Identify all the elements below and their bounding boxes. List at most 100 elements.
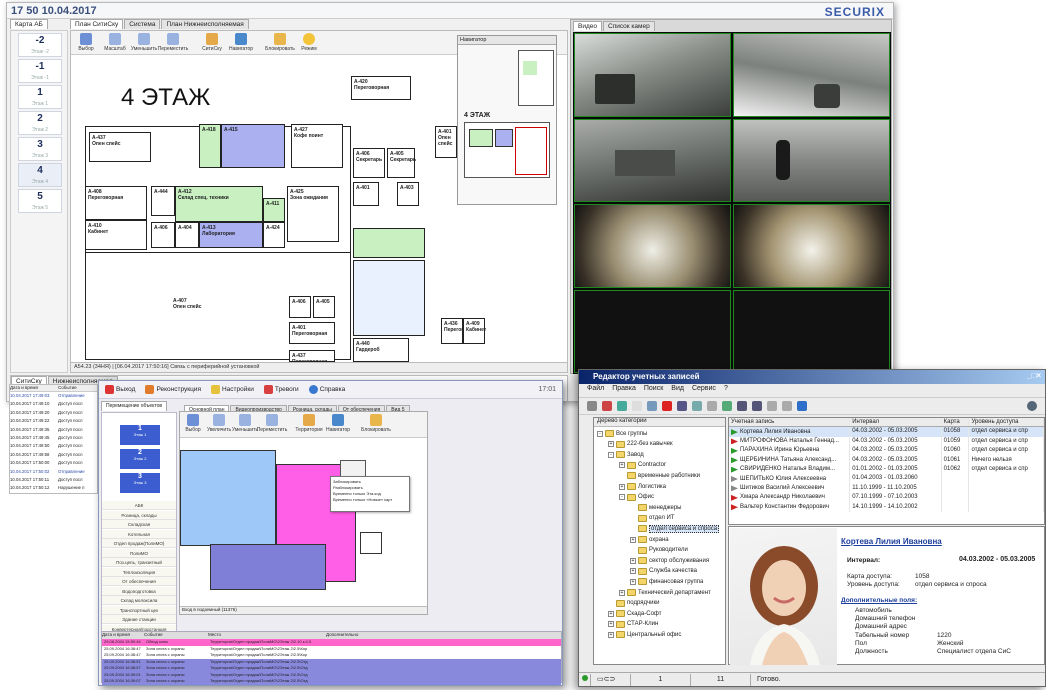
table-row[interactable]: 10.04.2017 17:49:20 Доступ посл	[10, 409, 97, 417]
expand-icon[interactable]: +	[630, 536, 636, 543]
room[interactable]: А-436 Переговорная	[441, 318, 479, 344]
list-item[interactable]: От обеспечения	[102, 577, 176, 586]
tree-node[interactable]: + Скада-Софт	[608, 609, 662, 618]
room[interactable]: А-406	[151, 222, 175, 248]
room[interactable]: А-425 Зона ожидания	[287, 186, 339, 242]
list-item[interactable]: Теплоизоляция	[102, 567, 176, 577]
tree-node[interactable]: - Завод	[608, 450, 644, 459]
camera-view[interactable]	[733, 204, 890, 288]
tree-node[interactable]: менеджеры	[630, 503, 681, 512]
tab-video[interactable]: Видео	[573, 21, 602, 31]
floor-button[interactable]: 3 Этаж 3	[18, 137, 62, 161]
zoom-in-button[interactable]: Увеличить	[207, 414, 231, 435]
help-menu[interactable]: Справка	[308, 385, 345, 394]
camera-view[interactable]	[733, 33, 890, 117]
menu-service[interactable]: Сервис	[692, 385, 716, 394]
floor-button[interactable]: 3 Этаж 3	[120, 473, 160, 493]
tree-node[interactable]: отдел ИТ	[630, 514, 675, 523]
zone-purple[interactable]	[210, 544, 326, 590]
mode-button[interactable]: Режим	[296, 33, 322, 52]
room[interactable]: А-405 Секретарь	[387, 148, 416, 178]
room[interactable]: А-411	[263, 198, 285, 222]
list-item[interactable]: Складская	[102, 520, 176, 529]
room[interactable]: А-401	[353, 182, 379, 206]
room[interactable]: А-413 Лаборатория	[199, 222, 263, 248]
floor-button[interactable]: -2 Этаж -2	[18, 33, 62, 57]
menu-view[interactable]: Вид	[671, 385, 684, 394]
menu-item-temp-new[interactable]: Временно только «Новые» карт	[333, 497, 407, 503]
table-row[interactable]: 10.04.2017 17:49:50 Доступ посл	[10, 442, 97, 450]
table-row[interactable]: 10.04.2017 17:50:02 Отправление	[10, 468, 97, 476]
tree-node[interactable]: +222-без кавычек	[608, 440, 673, 449]
tree-node[interactable]: + сектор обслуживания	[630, 556, 709, 565]
room[interactable]: А-410 Кабинет	[85, 220, 147, 250]
floor-button[interactable]: 1 Этаж 1	[120, 425, 160, 445]
camera-view[interactable]	[574, 204, 731, 288]
table-row[interactable]: Хмара Александр Николаевич 07.10.1999 - 0…	[729, 493, 1044, 503]
room[interactable]: А-408 Переговорная	[85, 186, 147, 220]
tree-node[interactable]: - Офис	[619, 493, 654, 502]
filter-edit-icon[interactable]	[692, 401, 702, 411]
floor-button[interactable]: 2 Этаж 2	[18, 111, 62, 135]
table-row[interactable]: ЩЕРБИНИНА Татьяна Александ... 04.03.2002 …	[729, 455, 1044, 465]
room[interactable]: А-440 Гардероб	[353, 338, 409, 362]
camera-view[interactable]	[574, 118, 731, 202]
room[interactable]: А-404	[175, 222, 199, 248]
camera-view[interactable]	[733, 118, 890, 202]
room[interactable]: А-420 Переговорная	[351, 76, 411, 100]
delete-user-icon[interactable]	[602, 401, 612, 411]
user-name[interactable]: Кортева Лилия Ивановна	[841, 537, 942, 546]
zone-blue[interactable]	[180, 450, 276, 546]
room[interactable]: А-437 Опен спейс	[89, 132, 151, 162]
tab-map[interactable]: Карта АБ	[10, 19, 48, 29]
grid-view-icon[interactable]	[737, 401, 747, 411]
tree-node[interactable]: + Технический департамент	[619, 588, 711, 597]
list-item[interactable]: ПолиМО	[102, 548, 176, 558]
navigator-minimap[interactable]	[464, 122, 550, 178]
list-item[interactable]: АБК	[102, 501, 176, 510]
room[interactable]: А-437 Переговорная	[289, 350, 335, 365]
list-item[interactable]: Котельная	[102, 529, 176, 539]
table-row[interactable]: 10.04.2017 17:49:58 Доступ посл	[10, 451, 97, 459]
table-row[interactable]: 25.09.2004 16:39:07 Зона снята с охраны Те…	[102, 678, 561, 685]
expand-icon[interactable]: +	[608, 441, 614, 448]
table-row[interactable]: 10.04.2017 17:50:12 Нарушение п	[10, 484, 97, 492]
tab-plan-city[interactable]: План СитиСку	[70, 19, 124, 29]
table-row[interactable]: 10.04.2017 17:49:35 Доступ посл	[10, 426, 97, 434]
pan-button[interactable]: Переместить	[257, 414, 287, 435]
floor-button[interactable]: 2 Этаж 2	[120, 449, 160, 469]
room[interactable]: А-403	[397, 182, 419, 206]
table-row[interactable]: Шитиков Василий Алексеевич 11.10.1999 - 1…	[729, 483, 1044, 494]
close-icon[interactable]	[662, 401, 672, 411]
zoom-in-button[interactable]: Масштаб	[102, 33, 128, 52]
key-icon[interactable]	[767, 401, 777, 411]
room[interactable]: А-405	[313, 296, 335, 318]
tree-node[interactable]: подрядчики	[608, 599, 659, 608]
table-row[interactable]: ПАРАХИНА Ирина Юрьевна 04.03.2002 - 05.03…	[729, 446, 1044, 456]
extra-fields-title[interactable]: Дополнительные поля:	[841, 597, 917, 604]
room[interactable]: А-418	[199, 124, 221, 168]
expand-icon[interactable]: +	[630, 568, 636, 575]
alarms-menu[interactable]: Тревоги	[263, 385, 299, 394]
floor-button[interactable]: 1 Этаж 1	[18, 85, 62, 109]
city-button[interactable]: СитиСку	[199, 33, 225, 52]
room[interactable]: А-401 Опен спейс	[435, 126, 457, 158]
table-row[interactable]: 10.04.2017 17:50:11 Доступ посл	[10, 476, 97, 484]
col-header[interactable]: Карта	[942, 418, 970, 427]
settings-menu[interactable]: Настройки	[210, 385, 254, 394]
window-controls[interactable]: _□×	[1027, 371, 1041, 380]
territory-button[interactable]: Территория	[295, 414, 323, 435]
table-row[interactable]: 10.04.2017 17:49:45 Доступ посл	[10, 434, 97, 442]
table-row[interactable]: МИТРОФОНОВА Наталья Геннад... 04.03.2002 …	[729, 436, 1044, 447]
zoom-out-button[interactable]: Уменьшить	[131, 33, 157, 52]
navigator-button[interactable]: Навигатор	[326, 414, 350, 435]
camera-view[interactable]	[574, 33, 731, 117]
room[interactable]: А-427 Кофе поинт	[291, 124, 343, 168]
expand-icon[interactable]: -	[597, 430, 603, 437]
expand-icon[interactable]: +	[608, 610, 614, 617]
viewport-frame[interactable]	[515, 127, 547, 175]
table-row[interactable]: 10.04.2017 17:50:00 Доступ посл	[10, 459, 97, 467]
list-item[interactable]: Поз.цепь, транзитный	[102, 558, 176, 567]
list-item[interactable]: Отдел продаж(ПолиМО)	[102, 539, 176, 548]
expand-icon[interactable]: +	[608, 621, 614, 628]
